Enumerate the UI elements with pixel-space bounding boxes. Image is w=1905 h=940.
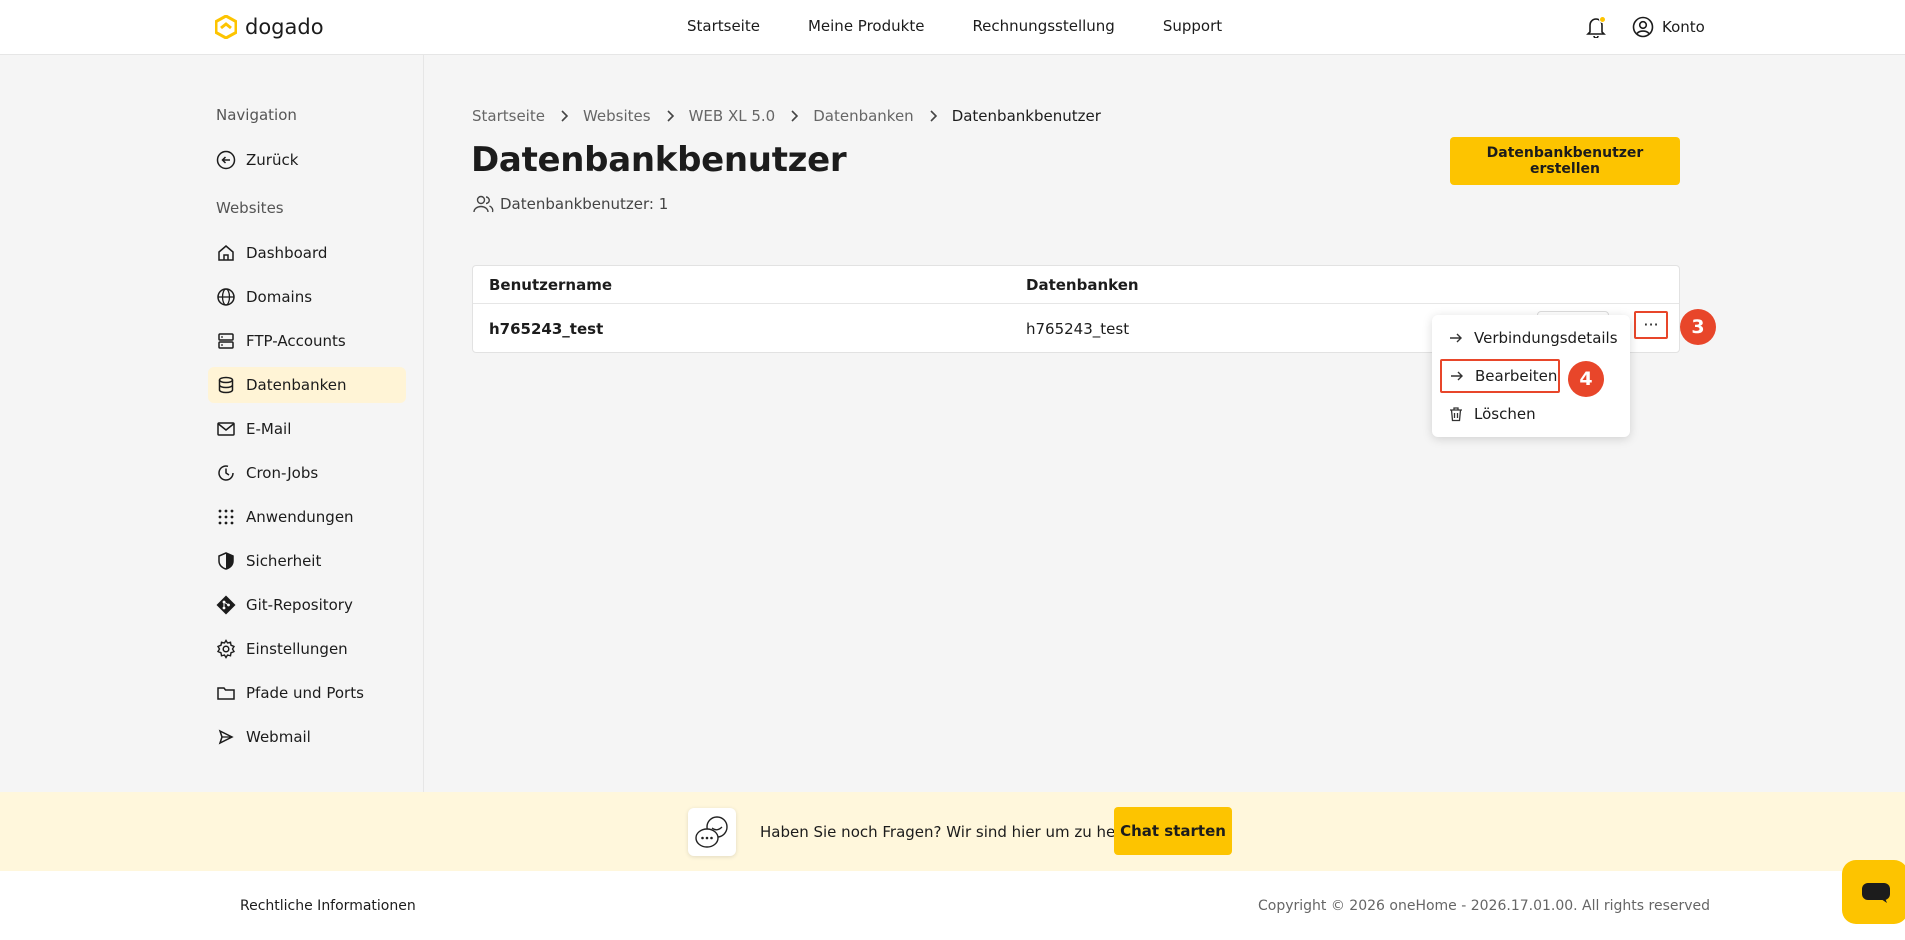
menu-item-verbindungsdetails[interactable]: Verbindungsdetails	[1440, 322, 1622, 354]
mail-icon	[217, 422, 235, 436]
page-title: Datenbankbenutzer	[471, 140, 847, 180]
user-circle-icon	[1632, 16, 1654, 38]
chat-start-button[interactable]: Chat starten	[1114, 807, 1232, 855]
user-count: Datenbankbenutzer: 1	[472, 194, 668, 214]
sidebar-item-webmail[interactable]: Webmail	[208, 719, 406, 755]
chat-bubble-icon	[1862, 883, 1890, 903]
sidebar-back-link[interactable]: Zurück	[208, 142, 406, 178]
sidebar-item-label: Webmail	[246, 728, 311, 746]
logo-icon	[215, 15, 237, 39]
sidebar-item-label: Pfade und Ports	[246, 684, 364, 702]
breadcrumb-datenbanken[interactable]: Datenbanken	[813, 107, 913, 125]
nav-support[interactable]: Support	[1163, 17, 1222, 35]
users-icon	[473, 195, 494, 213]
sidebar-item-datenbanken[interactable]: Datenbanken	[208, 367, 406, 403]
nav-startseite[interactable]: Startseite	[687, 17, 760, 35]
table-header-divider	[473, 303, 1679, 304]
cell-username: h765243_test	[489, 320, 604, 338]
server-icon	[218, 333, 234, 349]
home-icon	[218, 245, 234, 261]
apps-grid-icon	[218, 509, 234, 525]
account-menu[interactable]: Konto	[1632, 16, 1705, 38]
menu-item-bearbeiten[interactable]: Bearbeiten	[1440, 359, 1560, 393]
sidebar-item-label: Domains	[246, 288, 313, 306]
git-icon	[216, 595, 236, 615]
sidebar-item-label: Sicherheit	[246, 552, 322, 570]
sidebar-item-dashboard[interactable]: Dashboard	[208, 235, 406, 271]
nav-rechnungsstellung[interactable]: Rechnungsstellung	[972, 17, 1114, 35]
chevron-right-icon	[791, 110, 799, 122]
globe-icon	[217, 288, 235, 306]
copyright-text: Copyright © 2026 oneHome - 2026.17.01.00…	[1258, 898, 1711, 914]
sidebar-back-label: Zurück	[246, 151, 299, 169]
sidebar-item-einstellungen[interactable]: Einstellungen	[208, 631, 406, 667]
cell-databases: h765243_test	[1026, 320, 1130, 338]
account-label: Konto	[1662, 18, 1705, 36]
notification-bell-icon[interactable]	[1586, 16, 1606, 38]
sidebar-heading-navigation: Navigation	[216, 106, 297, 124]
help-bar: Haben Sie noch Fragen? Wir sind hier um …	[0, 792, 1905, 871]
help-text: Haben Sie noch Fragen? Wir sind hier um …	[760, 823, 1149, 841]
breadcrumb-web-xl[interactable]: WEB XL 5.0	[689, 107, 776, 125]
nav-meine-produkte[interactable]: Meine Produkte	[808, 17, 924, 35]
chevron-right-icon	[561, 110, 569, 122]
sidebar-item-label: FTP-Accounts	[246, 332, 346, 350]
arrow-right-icon	[1450, 333, 1462, 343]
more-actions-button[interactable]: ···	[1634, 311, 1668, 339]
clock-icon	[218, 465, 234, 481]
database-icon	[218, 376, 234, 394]
top-header: dogado Startseite Meine Produkte Rechnun…	[0, 0, 1905, 55]
send-icon	[218, 729, 234, 745]
sidebar-item-label: Cron-Jobs	[246, 464, 319, 482]
breadcrumb-websites[interactable]: Websites	[583, 107, 651, 125]
sidebar-heading-websites: Websites	[216, 199, 284, 217]
sidebar-item-label: Anwendungen	[246, 508, 354, 526]
sidebar-item-git-repository[interactable]: Git-Repository	[208, 587, 406, 623]
sidebar-item-label: Einstellungen	[246, 640, 348, 658]
menu-item-label: Verbindungsdetails	[1474, 329, 1618, 347]
column-header-username: Benutzername	[489, 276, 613, 294]
logo-text: dogado	[245, 15, 324, 39]
sidebar-item-domains[interactable]: Domains	[208, 279, 406, 315]
column-header-databases: Datenbanken	[1026, 276, 1139, 294]
sidebar-item-email[interactable]: E-Mail	[208, 411, 406, 447]
menu-item-label: Bearbeiten	[1475, 367, 1558, 385]
dogado-logo[interactable]: dogado	[215, 15, 324, 39]
menu-item-label: Löschen	[1474, 405, 1536, 423]
breadcrumb-startseite[interactable]: Startseite	[472, 107, 545, 125]
create-db-user-button[interactable]: Datenbankbenutzer erstellen	[1450, 137, 1680, 185]
sidebar-item-label: Dashboard	[246, 244, 328, 262]
chevron-right-icon	[930, 110, 937, 122]
shield-icon	[218, 552, 234, 570]
step-badge-3: 3	[1680, 309, 1716, 345]
sidebar-item-sicherheit[interactable]: Sicherheit	[208, 543, 406, 579]
breadcrumb: Startseite Websites WEB XL 5.0 Datenbank…	[472, 107, 1101, 125]
folder-icon	[217, 687, 235, 700]
sidebar-item-label: E-Mail	[246, 420, 292, 438]
back-arrow-circle-icon	[216, 150, 236, 170]
chat-illustration-icon	[695, 816, 728, 848]
sidebar-item-ftp-accounts[interactable]: FTP-Accounts	[208, 323, 406, 359]
sidebar-item-label: Datenbanken	[246, 376, 347, 394]
chevron-right-icon	[667, 110, 674, 122]
arrow-right-icon	[1451, 371, 1463, 381]
footer: Rechtliche Informationen Copyright © 202…	[0, 871, 1905, 940]
legal-info-link[interactable]: Rechtliche Informationen	[240, 898, 416, 914]
gear-icon	[216, 639, 236, 659]
chat-bubbles-icon	[688, 808, 736, 856]
sidebar: Navigation Zurück Websites Dashboard Dom…	[0, 55, 424, 792]
main-nav: Startseite Meine Produkte Rechnungsstell…	[687, 17, 1222, 35]
sidebar-item-pfade-und-ports[interactable]: Pfade und Ports	[208, 675, 406, 711]
trash-icon	[1450, 407, 1462, 422]
sidebar-item-label: Git-Repository	[246, 596, 353, 614]
breadcrumb-current: Datenbankbenutzer	[951, 107, 1101, 125]
sidebar-item-cron-jobs[interactable]: Cron-Jobs	[208, 455, 406, 491]
step-badge-4: 4	[1568, 361, 1604, 397]
chat-widget-button[interactable]	[1842, 860, 1905, 924]
user-count-label: Datenbankbenutzer: 1	[500, 195, 669, 213]
sidebar-item-anwendungen[interactable]: Anwendungen	[208, 499, 406, 535]
menu-item-loeschen[interactable]: Löschen	[1440, 398, 1622, 430]
